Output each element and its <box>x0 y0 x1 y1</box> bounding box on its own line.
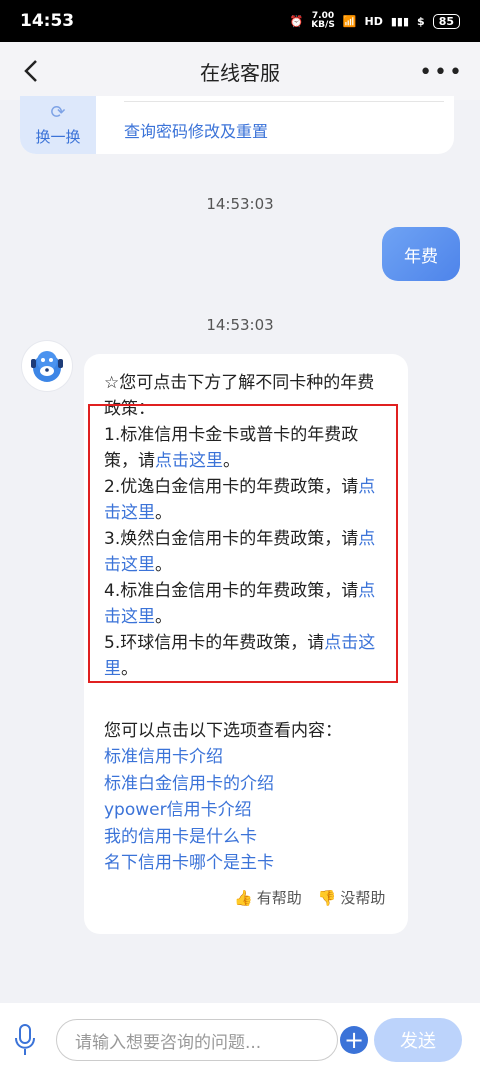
battery-icon: 85 <box>432 13 460 29</box>
helpful-button[interactable]: 👍 有帮助 <box>234 887 302 908</box>
option-list: 您可以点击以下选项查看内容： 标准信用卡介绍 标准白金信用卡的介绍 ypower… <box>104 718 388 877</box>
user-message: 年费 <box>382 227 460 281</box>
password-reset-link[interactable]: 查询密码修改及重置 <box>124 118 268 142</box>
swap-label: 换一换 <box>35 127 81 146</box>
microphone-icon[interactable] <box>14 1023 36 1057</box>
not-helpful-button[interactable]: 👎 没帮助 <box>318 887 386 908</box>
option-item[interactable]: 名下信用卡哪个是主卡 <box>104 850 388 877</box>
plus-icon[interactable]: + <box>340 1026 368 1054</box>
thumbs-down-icon: 👎 <box>317 888 337 907</box>
option-item[interactable]: 我的信用卡是什么卡 <box>104 824 388 851</box>
thumbs-up-icon: 👍 <box>234 888 253 907</box>
top-card: ⟳ 换一换 查询密码修改及重置 <box>20 96 454 154</box>
timestamp: 14:53:03 <box>206 195 274 213</box>
refresh-icon: ⟳ <box>50 101 66 123</box>
timestamp: 14:53:03 <box>206 316 274 334</box>
options-title: 您可以点击以下选项查看内容： <box>104 721 342 741</box>
wifi-icon: 📶 <box>342 14 357 28</box>
back-icon[interactable] <box>18 56 46 86</box>
divider <box>124 101 444 102</box>
hd-icon: HD <box>364 14 383 28</box>
option-item[interactable]: 标准信用卡介绍 <box>104 744 388 771</box>
bot-avatar <box>22 341 72 391</box>
swap-button[interactable]: ⟳ 换一换 <box>20 96 96 154</box>
page-title: 在线客服 <box>200 60 280 85</box>
alarm-icon: ⏰ <box>289 14 304 28</box>
status-bar: 14:53 ⏰ 7.00 KB/S 📶 HD ▮▮▮ $ 85 <box>0 0 480 42</box>
input-bar: 请输入想要咨询的问题... + 发送 <box>0 1003 480 1073</box>
status-time: 14:53 <box>20 11 75 31</box>
nav-bar: 在线客服 ••• <box>0 42 480 100</box>
network-speed: 7.00 KB/S <box>311 11 335 30</box>
highlight-box <box>88 404 398 683</box>
option-item[interactable]: 标准白金信用卡的介绍 <box>104 771 388 798</box>
option-item[interactable]: ypower信用卡介绍 <box>104 797 388 824</box>
more-icon[interactable]: ••• <box>419 60 464 85</box>
feedback-bar: 👍 有帮助 👎 没帮助 <box>234 887 394 908</box>
status-icons: ⏰ 7.00 KB/S 📶 HD ▮▮▮ $ 85 <box>289 11 460 30</box>
shield-icon: $ <box>417 14 425 28</box>
signal-icon: ▮▮▮ <box>390 14 410 28</box>
text-line: ☆您可点击下方了解不同卡种的年费 <box>104 373 375 393</box>
send-button[interactable]: 发送 <box>374 1018 462 1062</box>
message-input[interactable]: 请输入想要咨询的问题... <box>56 1019 338 1061</box>
